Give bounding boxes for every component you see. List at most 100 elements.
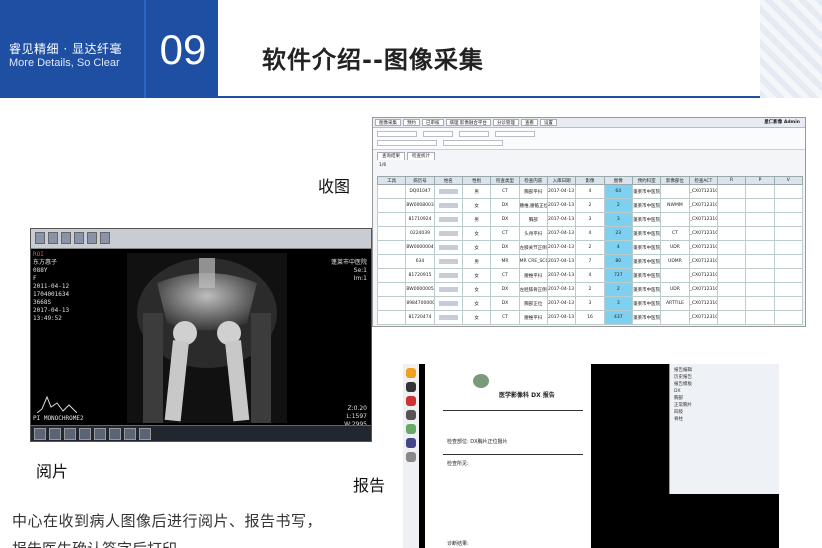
filter-field[interactable] (459, 131, 489, 137)
panel-item[interactable]: 脊柱 (674, 416, 775, 423)
table-row[interactable]: 8984700000747女DX胸部正位2017-04-13 14:50:183… (376, 296, 804, 311)
panel-item[interactable]: 四肢 (674, 409, 775, 416)
table-row[interactable]: 81710924男DX胸部2017-04-13 13:00:2033蓬莱市中医院… (376, 212, 804, 227)
app-icon[interactable] (406, 438, 416, 448)
column-header[interactable]: 入库日期 (546, 176, 577, 185)
table-cell: DX (490, 240, 520, 255)
table-cell: 蓬莱市中医院 (631, 212, 662, 227)
thumbnail[interactable] (139, 428, 151, 440)
filter-field[interactable] (495, 131, 535, 137)
column-header[interactable]: R (716, 176, 747, 185)
table-row[interactable]: 634 男MRMR CRE_SCOUT2017-04-13 15:00:02780… (376, 254, 804, 269)
thumbnail[interactable] (94, 428, 106, 440)
table-cell: UDR (660, 240, 690, 255)
table-row[interactable]: BW0000005706 女DX左胫腓骨正侧位2017-04-13 14:52:1… (376, 282, 804, 297)
title-rule (218, 96, 822, 98)
panel-item[interactable]: 报告编辑 (674, 367, 775, 374)
column-header[interactable]: 图像 (603, 176, 633, 185)
exam-value: DX胸片正位摄片 (470, 439, 508, 445)
table-cell: _CX071231CN4945 (688, 212, 718, 227)
column-header[interactable]: 影像 (575, 176, 605, 185)
viewer-toolbar (31, 229, 371, 249)
table-cell (376, 198, 407, 213)
column-header[interactable]: 预约科室 (631, 176, 662, 185)
column-header[interactable]: 性别 (461, 176, 492, 185)
panel-item[interactable]: 报告模板 (674, 381, 775, 388)
table-cell: 2 (575, 240, 605, 255)
panel-item[interactable]: 历史报告 (674, 374, 775, 381)
hospital-logo (473, 374, 489, 388)
table-cell: 2017-04-13 13:00:20 (546, 198, 577, 213)
filter-field[interactable] (423, 131, 453, 137)
filter-field[interactable] (443, 140, 503, 146)
tab-results[interactable]: 查询结果 (377, 152, 405, 160)
column-header[interactable]: 病历号 (405, 176, 435, 185)
table-cell: MR (490, 254, 520, 269)
column-header[interactable]: 检查内容 (518, 176, 548, 185)
table-cell (376, 184, 407, 199)
table-cell: DX (490, 282, 520, 297)
table-cell (376, 240, 407, 255)
table-cell (745, 310, 775, 325)
app-icon[interactable] (406, 452, 416, 462)
xray-image[interactable] (127, 253, 287, 423)
pager: 1/6 (373, 160, 805, 170)
table-row[interactable]: BW0008003052 女DX腰椎,腰骶正位2017-04-13 13:00:2… (376, 198, 804, 213)
thumbnail[interactable] (79, 428, 91, 440)
panel-item[interactable]: 胸部 (674, 395, 775, 402)
thumbnail[interactable] (49, 428, 61, 440)
menu-tab[interactable]: 预约 (403, 119, 420, 126)
table-cell (433, 310, 463, 325)
impression-label: 诊断结果: (447, 541, 469, 547)
column-header[interactable]: 姓名 (433, 176, 463, 185)
table-cell: 2017-04-13 14:52:18 (546, 240, 577, 255)
patient-info: ROI 东方惠子 088Y F 2011-04-12 1704001634 36… (33, 251, 69, 323)
filter-field[interactable] (377, 131, 417, 137)
column-header[interactable]: 工具 (376, 176, 407, 185)
table-cell: 2017-04-13 14:52:12 (546, 282, 577, 297)
table-cell: 蓬莱市中医院 (631, 254, 662, 269)
table-row[interactable]: 81720474 女CT腰椎平扫2017-04-13 14:59:2316437蓬… (376, 310, 804, 325)
column-header[interactable]: 检查类型 (490, 176, 520, 185)
thumbnail[interactable] (64, 428, 76, 440)
table-row[interactable]: BW0000004934 女DX左膝关节正侧位2017-04-13 14:52:1… (376, 240, 804, 255)
series-info: 蓬莱市中医院 Se:1 Im:1 (331, 259, 367, 283)
menu-tab[interactable]: 分诊管理 (492, 119, 519, 126)
app-icon[interactable] (406, 396, 416, 406)
table-cell (716, 226, 747, 241)
column-header[interactable]: 影像部位 (660, 176, 690, 185)
thumbnail[interactable] (109, 428, 121, 440)
table-cell: CT (490, 226, 520, 241)
column-header[interactable]: 检查ACT (688, 176, 718, 185)
thumbnail[interactable] (124, 428, 136, 440)
table-row[interactable]: DQ01047 男CT胸部平扫2017-04-13 14:15:12464蓬莱市中… (376, 184, 804, 199)
menu-tab[interactable]: 病理 影像融合平台 (445, 119, 491, 126)
rule (443, 410, 583, 411)
table-cell: _CX071231CN4945 (688, 310, 718, 325)
table-cell (660, 212, 690, 227)
tab-stats[interactable]: 检查统计 (407, 152, 435, 160)
filter-field[interactable] (377, 140, 437, 146)
thumbnail[interactable] (34, 428, 46, 440)
table-cell: 2017-04-13 15:00:02 (546, 254, 577, 269)
column-header[interactable]: V (773, 176, 804, 185)
column-header[interactable]: P (745, 176, 775, 185)
table-cell (773, 254, 804, 269)
app-icon[interactable] (406, 424, 416, 434)
table-row[interactable]: 81720915 女CT腰椎平扫2017-04-13 14:52:034727蓬莱… (376, 268, 804, 283)
app-icon[interactable] (406, 410, 416, 420)
panel-item[interactable]: DX (674, 388, 775, 395)
menu-tab[interactable]: 已审核 (422, 119, 444, 126)
app-icon[interactable] (406, 382, 416, 392)
menu-tab[interactable]: 查看 (520, 119, 538, 126)
table-cell (716, 212, 747, 227)
table-cell: 左胫腓骨正侧位 (518, 282, 548, 297)
table-cell: 4 (575, 268, 605, 283)
table-row[interactable]: 0224039女CT头颅平扫2017-04-13 15:06:29423蓬莱市中… (376, 226, 804, 241)
menu-tab[interactable]: 图像采集 (375, 119, 401, 126)
menu-tab[interactable]: 设置 (539, 119, 557, 126)
app-icon[interactable] (406, 368, 416, 378)
brand-block: 睿见精细 · 显达纤毫 More Details, So Clear 09 (0, 0, 218, 98)
panel-item[interactable]: 正常胸片 (674, 402, 775, 409)
table-cell: 腰椎平扫 (518, 268, 548, 283)
